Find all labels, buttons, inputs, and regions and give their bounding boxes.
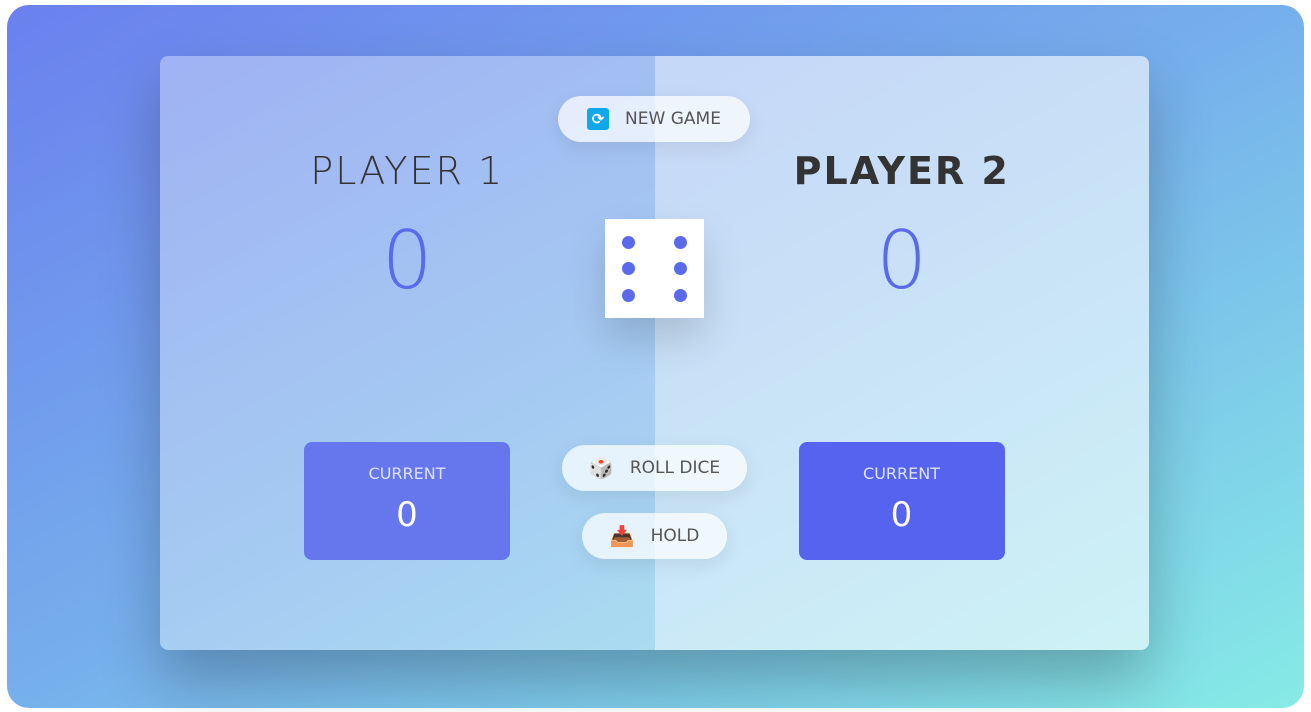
dice-dot	[674, 262, 687, 275]
new-game-label: NEW GAME	[625, 109, 721, 129]
current-label: CURRENT	[863, 464, 940, 483]
player-2-panel: PLAYER 2 0 CURRENT 0	[654, 56, 1149, 650]
player-1-panel: PLAYER 1 0 CURRENT 0	[160, 56, 655, 650]
player-2-current-box: CURRENT 0	[798, 442, 1005, 560]
player-2-name: PLAYER 2	[793, 149, 1010, 193]
new-game-button[interactable]: ⟳ NEW GAME	[558, 96, 750, 142]
dice-dot	[622, 262, 635, 275]
inbox-tray-icon: 📥	[609, 524, 635, 548]
roll-dice-label: ROLL DICE	[629, 458, 721, 478]
refresh-icon: ⟳	[587, 108, 610, 130]
game-board: PLAYER 1 0 CURRENT 0 PLAYER 2 0 CURRENT …	[160, 56, 1149, 650]
player-1-current-box: CURRENT 0	[304, 442, 510, 560]
player-1-name: PLAYER 1	[310, 149, 505, 193]
dice-dot	[622, 289, 635, 302]
player-1-score: 0	[381, 214, 433, 307]
current-label: CURRENT	[368, 464, 446, 483]
dice-dot	[674, 236, 687, 249]
hold-button[interactable]: 📥 HOLD	[582, 513, 727, 559]
hold-label: HOLD	[650, 526, 700, 546]
dice-dot	[674, 289, 687, 302]
dice-icon: 🎲	[588, 456, 614, 480]
player-2-current-score: 0	[890, 495, 913, 535]
roll-dice-button[interactable]: 🎲 ROLL DICE	[562, 445, 747, 491]
player-1-current-score: 0	[396, 495, 418, 535]
dice-dot	[622, 236, 635, 249]
dice	[605, 219, 704, 318]
player-2-score: 0	[876, 214, 928, 307]
